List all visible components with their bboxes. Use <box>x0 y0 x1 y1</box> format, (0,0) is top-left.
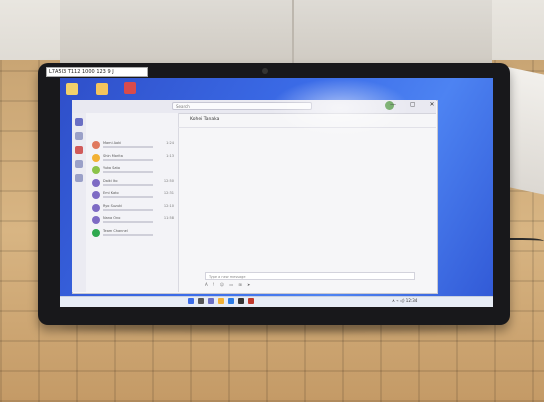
chat-preview-line <box>103 146 153 148</box>
chat-name: Team Channel <box>103 228 128 233</box>
chat-preview-line <box>103 233 153 236</box>
taskbar-search-icon[interactable] <box>198 298 204 304</box>
chat-avatar <box>92 228 100 237</box>
chat-list-item[interactable]: Ryo Suzuki 12:10 <box>92 203 174 215</box>
chat-avatar <box>92 203 100 212</box>
chat-name: Nana Ono <box>103 216 121 220</box>
compose-placeholder: Type a new message <box>209 275 246 279</box>
chat-list-item[interactable]: Emi Kato 12:31 <box>92 190 174 202</box>
chat-preview-line <box>103 221 153 223</box>
chat-name: Emi Kato <box>103 191 119 195</box>
chat-preview-line <box>103 208 153 211</box>
taskbar-app-icon[interactable] <box>248 298 254 304</box>
chat-avatar <box>92 178 100 187</box>
folder-icon[interactable] <box>96 83 108 95</box>
chat-preview-line <box>103 183 153 186</box>
activity-icon[interactable] <box>75 118 83 126</box>
start-button-icon[interactable] <box>188 298 194 304</box>
message-compose-box[interactable]: Type a new message <box>205 272 415 280</box>
chat-list-item[interactable]: Yuka Sato <box>92 165 174 177</box>
cabinet-seam <box>292 0 294 66</box>
taskbar <box>60 296 493 307</box>
camera-lens <box>262 68 268 74</box>
chat-time: 11:58 <box>163 216 174 220</box>
chat-preview-line <box>103 171 153 173</box>
taskbar-teams-icon[interactable] <box>208 298 214 304</box>
screen-glare <box>270 78 410 138</box>
taskbar-explorer-icon[interactable] <box>218 298 224 304</box>
calls-icon[interactable] <box>75 174 83 182</box>
taskbar-edge-icon[interactable] <box>228 298 234 304</box>
chat-time: 1:13 <box>166 153 174 158</box>
chat-list-item[interactable]: Team Channel <box>92 228 174 240</box>
chat-avatar <box>92 153 100 162</box>
chat-time: 12:10 <box>163 203 174 208</box>
compose-toolbar[interactable]: A ! ☺ ▭ ⊞ ➤ <box>205 282 252 287</box>
chat-name: Ryo Suzuki <box>103 203 123 208</box>
chat-name: Yuka Sato <box>103 166 121 170</box>
chat-time: 12:31 <box>163 191 174 195</box>
chat-preview-line <box>103 196 153 198</box>
chat-preview-line <box>103 158 153 161</box>
chat-list-item[interactable]: Nana Ono 11:58 <box>92 215 174 227</box>
chat-time: 12:50 <box>163 178 174 183</box>
calendar-icon[interactable] <box>75 160 83 168</box>
taskbar-store-icon[interactable] <box>238 298 244 304</box>
chat-name: Mami Aoki <box>103 141 122 145</box>
chat-avatar <box>92 216 100 224</box>
system-tray[interactable]: ∧ ⌁ ◁) 12:34 <box>392 298 417 303</box>
teams-icon[interactable] <box>75 146 83 154</box>
chat-list-item[interactable]: Mami Aoki 1:24 <box>92 140 174 152</box>
chat-name: Daiki Ito <box>103 178 118 183</box>
search-placeholder: Search <box>176 104 190 109</box>
recycle-bin-icon[interactable] <box>66 83 78 95</box>
chat-avatar <box>92 191 100 199</box>
chat-title: Kohei Tanaka <box>190 117 220 122</box>
chat-time: 1:24 <box>166 141 174 145</box>
chat-avatar <box>92 141 100 149</box>
chat-list-item[interactable]: Daiki Ito 12:50 <box>92 178 174 190</box>
chat-avatar <box>92 166 100 174</box>
cabinet <box>60 0 492 68</box>
app-shortcut-icon[interactable] <box>124 82 136 94</box>
chat-icon[interactable] <box>75 132 83 140</box>
chat-name: Shin Morita <box>103 153 123 158</box>
label-sticker: L7A5I3 T112 1000 123 9 J <box>46 67 148 77</box>
chat-list-item[interactable]: Shin Morita 1:13 <box>92 153 174 165</box>
